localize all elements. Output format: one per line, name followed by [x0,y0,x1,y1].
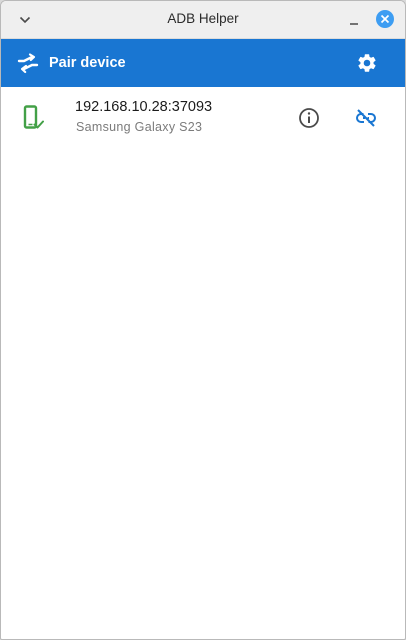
pair-device-label: Pair device [49,55,126,71]
pair-device-button[interactable]: Pair device [17,39,137,87]
minimize-button[interactable] [343,10,365,32]
gear-icon [358,54,376,72]
app-toolbar: Pair device [1,39,405,87]
close-icon [380,14,390,24]
info-icon[interactable] [297,106,321,130]
settings-button[interactable] [355,51,379,75]
app-window: ADB Helper Pair device 192.168.10.28:370… [0,0,406,640]
device-list-item[interactable]: 192.168.10.28:37093 Samsung Galaxy S23 [1,87,405,147]
phone-connected-icon [23,105,44,129]
link-off-icon[interactable] [354,106,378,130]
minimize-icon [350,23,358,25]
pair-arrows-icon [17,53,39,74]
close-button[interactable] [376,10,394,28]
device-address: 192.168.10.28:37093 [75,99,213,115]
title-bar: ADB Helper [1,1,405,39]
device-model-name: Samsung Galaxy S23 [76,120,203,134]
